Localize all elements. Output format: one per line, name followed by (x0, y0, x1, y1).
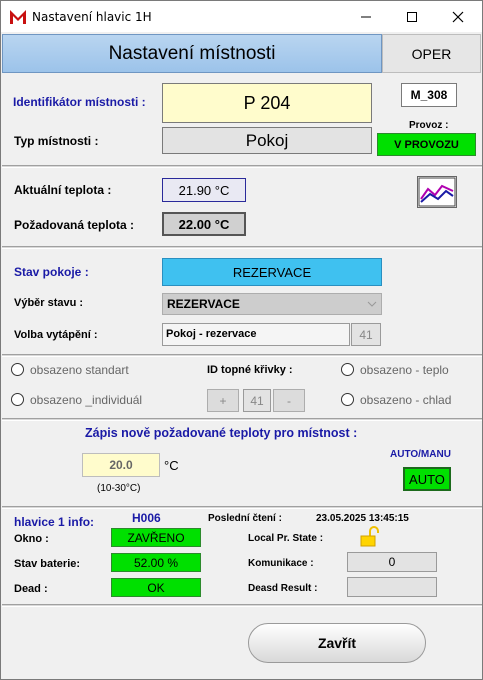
dead-status: OK (111, 578, 201, 597)
state-select-value: REZERVACE (167, 297, 240, 311)
heating-label: Volba vytápění : (14, 329, 98, 341)
room-code: M_308 (401, 83, 457, 107)
divider (2, 165, 482, 168)
radio-label: obsazeno standart (30, 363, 129, 377)
heating-number: 41 (351, 323, 381, 346)
room-state-value: REZERVACE (162, 258, 382, 286)
required-temp-value: 22.00 °C (162, 212, 246, 236)
state-select[interactable]: REZERVACE (162, 293, 382, 315)
radio-obsazeno-chlad[interactable] (341, 393, 354, 406)
divider (2, 604, 482, 607)
radio-label: obsazeno - teplo (360, 363, 449, 377)
close-dialog-button[interactable]: Zavřít (248, 623, 426, 663)
head-info-title: hlavice 1 info: (14, 515, 95, 529)
window-title: Nastavení hlavic 1H (32, 10, 152, 24)
chart-icon (418, 177, 456, 207)
required-temp-label: Požadovaná teplota : (14, 218, 135, 232)
radio-obsazeno-individual[interactable] (11, 393, 24, 406)
room-id-field[interactable]: P 204 (162, 83, 372, 123)
close-icon (452, 11, 464, 22)
radio-obsazeno-standart[interactable] (11, 363, 24, 376)
tab-oper[interactable]: OPER (382, 34, 481, 73)
dead-result-label: Deasd Result : (248, 583, 318, 594)
divider (2, 354, 482, 357)
setpoint-unit: °C (164, 458, 179, 473)
minimize-icon (361, 16, 371, 17)
automanu-button[interactable]: AUTO (403, 467, 451, 491)
page-title: Nastavení místnosti (2, 34, 382, 73)
curve-id-value: 41 (243, 389, 271, 412)
last-read-label: Poslední čtení : (208, 513, 282, 524)
setpoint-title: Zápis nově požadované teploty pro místno… (85, 426, 358, 440)
dead-label: Dead : (14, 583, 48, 595)
temperature-chart-button[interactable] (417, 176, 457, 208)
automanu-label: AUTO/MANU (390, 449, 451, 460)
provoz-label: Provoz : (409, 120, 449, 131)
maximize-button[interactable] (389, 1, 435, 32)
dead-result-value (347, 577, 437, 597)
state-select-label: Výběr stavu : (14, 297, 84, 309)
divider (2, 506, 482, 509)
room-type-label: Typ místnosti : (14, 134, 99, 148)
close-button[interactable] (435, 1, 481, 32)
heating-value-text: Pokoj - rezervace (166, 328, 257, 340)
setpoint-input[interactable]: 20.0 (82, 453, 160, 477)
title-bar: Nastavení hlavic 1H (1, 1, 482, 32)
maximize-icon (407, 11, 417, 22)
app-logo-icon (10, 10, 26, 24)
curve-minus-button[interactable]: - (273, 389, 305, 412)
window-label: Okno : (14, 533, 49, 545)
room-type-value: Pokoj (162, 127, 372, 154)
actual-temp-value: 21.90 °C (162, 178, 246, 202)
window-status: ZAVŘENO (111, 528, 201, 547)
curve-plus-button[interactable]: + (207, 389, 239, 412)
radio-label: obsazeno _individuál (30, 393, 143, 407)
divider (2, 246, 482, 249)
battery-status: 52.00 % (111, 553, 201, 572)
setpoint-range: (10-30°C) (97, 483, 141, 494)
window: Nastavení hlavic 1H Nastavení místnosti … (0, 0, 483, 680)
heating-value: Pokoj - rezervace (162, 323, 350, 346)
chevron-down-icon (367, 301, 377, 307)
head-id: H006 (132, 511, 161, 525)
local-state-label: Local Pr. State : (248, 533, 324, 544)
radio-obsazeno-teplo[interactable] (341, 363, 354, 376)
minimize-button[interactable] (343, 1, 389, 32)
battery-label: Stav baterie: (14, 558, 81, 570)
room-state-label: Stav pokoje : (14, 265, 89, 279)
actual-temp-label: Aktuální teplota : (14, 183, 112, 197)
communication-value: 0 (347, 552, 437, 572)
curve-id-label: ID topné křivky : (207, 364, 293, 376)
room-id-label: Identifikátor místnosti : (13, 95, 146, 109)
provoz-status-button[interactable]: V PROVOZU (377, 133, 476, 156)
communication-label: Komunikace : (248, 558, 314, 569)
unlocked-icon (360, 526, 379, 547)
radio-label: obsazeno - chlad (360, 393, 452, 407)
last-read-value: 23.05.2025 13:45:15 (316, 513, 409, 524)
divider (2, 418, 482, 421)
